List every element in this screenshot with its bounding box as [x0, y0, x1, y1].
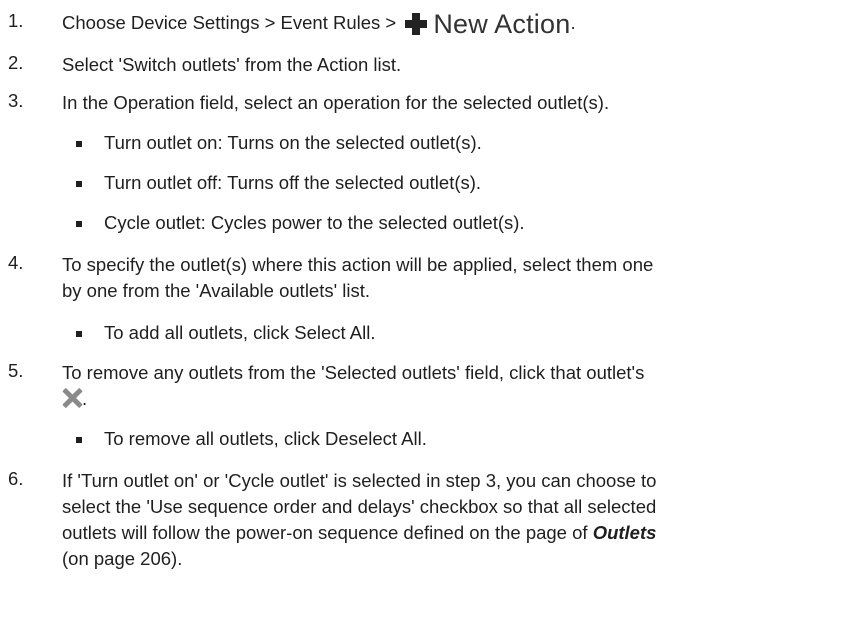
step-number: 4.: [8, 252, 24, 273]
step-number: 2.: [8, 52, 24, 73]
bullet: [76, 331, 82, 337]
step-text-line-3: outlets will follow the power-on sequenc…: [62, 522, 593, 543]
sub-text: Cycle outlet: Cycles power to the select…: [104, 212, 525, 233]
step-number: 3.: [8, 90, 24, 111]
step-text-end: .: [570, 12, 576, 33]
close-icon: [62, 388, 82, 408]
step-text: In the Operation field, select an operat…: [62, 92, 610, 113]
bullet: [76, 141, 82, 147]
bullet: [76, 221, 82, 227]
step-number: 6.: [8, 468, 24, 489]
new-action-button-image: New Action: [405, 9, 571, 39]
sub-text: To add all outlets, click Select All.: [104, 322, 376, 343]
outlets-link[interactable]: Outlets: [593, 522, 657, 543]
document-page: 1. Choose Device Settings > Event Rules …: [0, 0, 861, 622]
bullet: [76, 181, 82, 187]
step-number: 1.: [8, 10, 24, 31]
new-action-label: New Action: [433, 9, 571, 39]
sub-text: To remove all outlets, click Deselect Al…: [104, 428, 427, 449]
step-text-line-2: select the 'Use sequence order and delay…: [62, 496, 657, 517]
plus-icon: [405, 13, 428, 35]
sub-text: Turn outlet off: Turns off the selected …: [104, 172, 482, 193]
step-text: Select 'Switch outlets' from the Action …: [62, 54, 402, 75]
sub-text: Turn outlet on: Turns on the selected ou…: [104, 132, 482, 153]
step-text: Choose Device Settings > Event Rules >: [62, 12, 402, 33]
step-text-line-1: To specify the outlet(s) where this acti…: [62, 254, 654, 275]
bullet: [76, 437, 82, 443]
step-text-line-4: (on page 206).: [62, 548, 183, 569]
step-number: 5.: [8, 360, 24, 381]
step-text-line-1: If 'Turn outlet on' or 'Cycle outlet' is…: [62, 470, 657, 491]
step-text-line-1: To remove any outlets from the 'Selected…: [62, 362, 645, 383]
step-text-line-2: by one from the 'Available outlets' list…: [62, 280, 371, 301]
